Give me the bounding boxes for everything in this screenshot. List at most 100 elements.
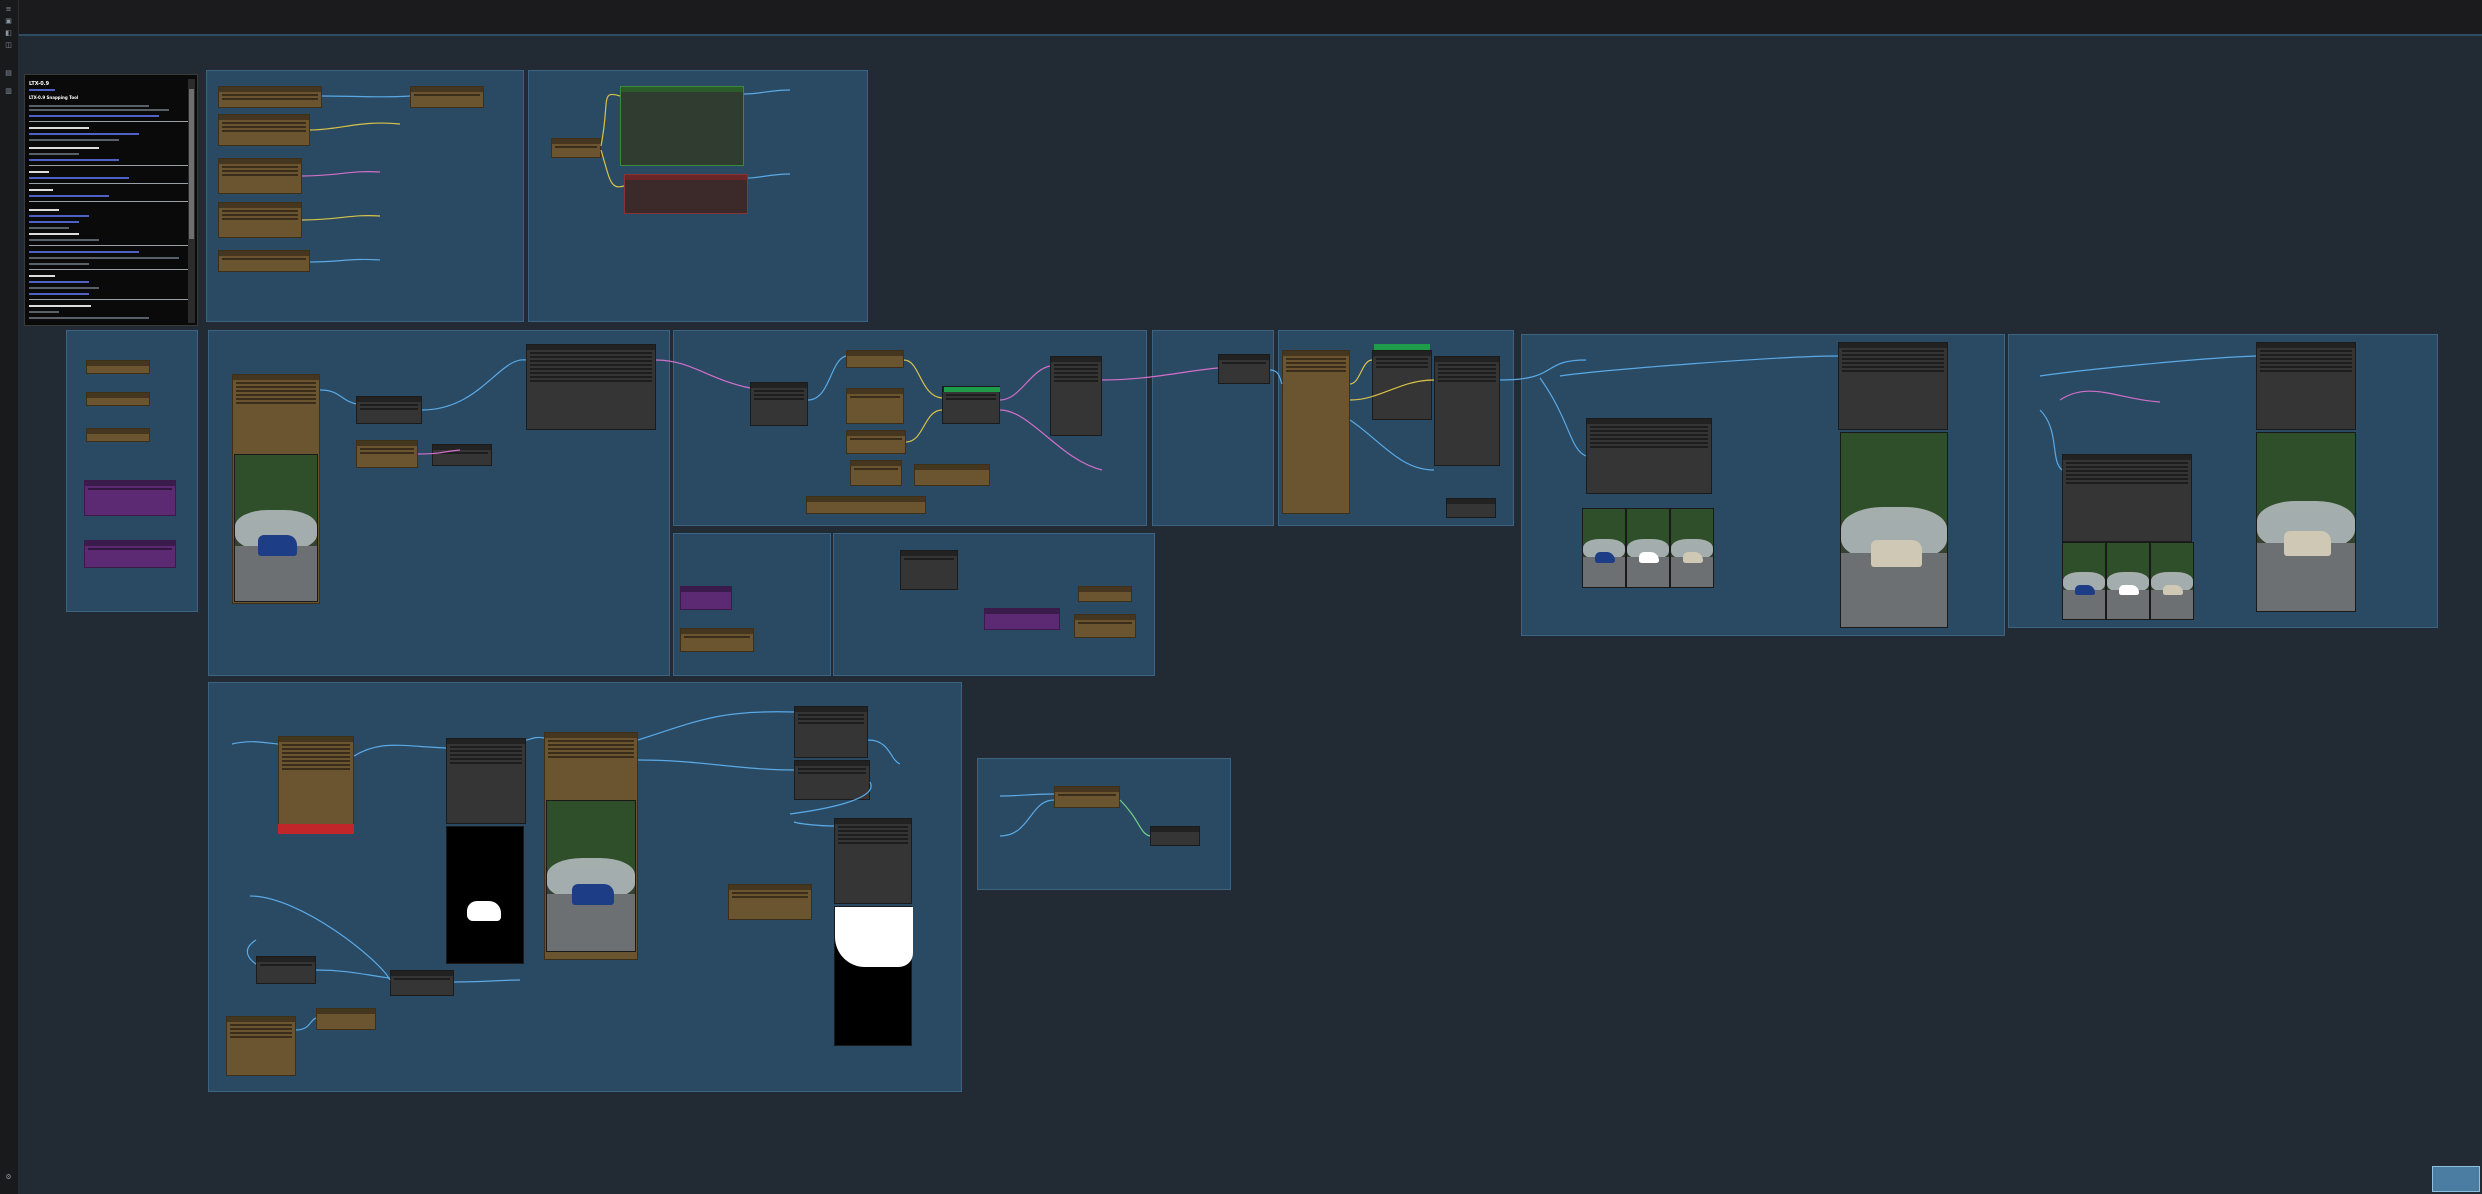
node-primitive-seed[interactable]	[84, 480, 176, 516]
library-icon[interactable]: ▥	[3, 88, 14, 95]
node-library-icon[interactable]: ▣	[3, 18, 14, 25]
note-text-line	[29, 139, 119, 141]
group-sampler-main[interactable]	[833, 533, 1155, 676]
queue-icon[interactable]: ≡	[3, 6, 14, 13]
settings-icon[interactable]: ⚙	[3, 1174, 14, 1181]
note-link[interactable]	[29, 221, 79, 223]
note-link[interactable]	[29, 89, 55, 91]
node-model-sampling[interactable]	[410, 86, 484, 108]
node-image-compare[interactable]	[1586, 418, 1712, 494]
node-int-frames[interactable]	[86, 428, 150, 442]
node-preview-video-b[interactable]	[2256, 342, 2356, 430]
node-primitive-cfg[interactable]	[680, 586, 732, 610]
image-preview-frame	[1582, 508, 1626, 588]
node-mask-composite[interactable]	[794, 760, 870, 800]
node-grow-mask[interactable]	[794, 706, 868, 758]
node-preview-output[interactable]	[1446, 498, 1496, 518]
node-ltx-conditioning[interactable]	[750, 382, 808, 426]
node-note-help[interactable]	[1074, 614, 1136, 638]
note-heading-license	[29, 305, 91, 307]
note-text-line	[29, 105, 149, 107]
node-int-mask-params[interactable]	[226, 1016, 296, 1076]
image-preview-masked	[1626, 508, 1670, 588]
node-positive-prompt[interactable]	[620, 86, 744, 166]
node-ltxv-scheduler[interactable]	[1218, 354, 1270, 384]
node-note-info[interactable]	[680, 628, 754, 652]
node-int-steps[interactable]	[846, 388, 904, 424]
node-primitive-steps[interactable]	[84, 540, 176, 568]
node-save-video[interactable]	[1054, 786, 1120, 808]
node-lora-loader[interactable]	[218, 250, 310, 272]
node-threshold[interactable]	[256, 956, 316, 984]
note-link[interactable]	[29, 215, 89, 217]
node-float-blur[interactable]	[316, 1008, 376, 1030]
note-text-line	[29, 189, 53, 191]
node-string-prompt[interactable]	[806, 496, 926, 514]
node-clip-loader[interactable]	[218, 114, 310, 146]
node-float-guidance[interactable]	[846, 350, 904, 368]
note-link[interactable]	[29, 133, 139, 135]
node-image-scale[interactable]	[356, 440, 418, 468]
note-divider	[29, 299, 189, 300]
model-library-icon[interactable]: ◧	[3, 30, 14, 37]
node-random-noise[interactable]	[900, 550, 958, 590]
node-note-small[interactable]	[914, 464, 990, 486]
group-save-output[interactable]	[977, 758, 1231, 890]
node-invert-mask[interactable]	[390, 970, 454, 996]
image-preview-result-b	[2150, 542, 2194, 620]
image-preview-masked-b	[2106, 542, 2150, 620]
node-sam-segment[interactable]	[278, 736, 354, 832]
node-float-max-shift[interactable]	[1078, 586, 1132, 602]
node-vae-decode[interactable]	[1282, 350, 1350, 514]
note-scrollbar[interactable]	[188, 79, 195, 323]
node-clip-text-encode-small[interactable]	[551, 138, 601, 158]
node-scheduler-select[interactable]	[850, 460, 902, 486]
mask-preview-car	[446, 826, 524, 964]
note-text-line	[29, 153, 79, 155]
note-link[interactable]	[29, 177, 129, 179]
node-mask-to-image[interactable]	[834, 818, 912, 904]
node-int-width[interactable]	[86, 360, 150, 374]
templates-icon[interactable]: ▤	[3, 70, 14, 77]
node-vae-loader[interactable]	[218, 158, 302, 194]
node-primitive-denoise[interactable]	[984, 608, 1060, 630]
note-text-line	[29, 311, 59, 313]
node-sampler-select[interactable]	[846, 430, 906, 454]
node-output-path[interactable]	[1150, 826, 1200, 846]
note-scroll-thumb[interactable]	[189, 89, 194, 239]
note-text-line	[29, 209, 59, 211]
note-text-line	[29, 171, 49, 173]
note-divider	[29, 269, 189, 270]
workflows-icon[interactable]: ◫	[3, 42, 14, 49]
note-link[interactable]	[29, 281, 89, 283]
node-mask-preview[interactable]	[446, 738, 526, 824]
node-image-resize[interactable]	[356, 396, 422, 424]
note-link[interactable]	[29, 159, 119, 161]
node-note-mask[interactable]	[728, 884, 812, 920]
image-preview-mask-source	[546, 800, 636, 952]
node-upscale-model-loader[interactable]	[218, 202, 302, 238]
note-link[interactable]	[29, 251, 139, 253]
node-image-batch[interactable]	[1434, 356, 1500, 466]
note-text-line	[29, 287, 99, 289]
minimap[interactable]	[2432, 1166, 2480, 1192]
node-preview-video-a[interactable]	[1838, 342, 1948, 430]
note-heading-models	[29, 127, 89, 129]
node-negative-prompt[interactable]	[624, 174, 748, 214]
node-ksampler-select[interactable]	[1050, 356, 1102, 436]
note-text-line	[29, 239, 99, 241]
node-checkpoint-loader[interactable]	[218, 86, 322, 108]
note-divider	[29, 121, 189, 122]
node-get-image-size[interactable]	[432, 444, 492, 466]
node-image-compare-b[interactable]	[2062, 454, 2192, 542]
node-ltx-image-to-video[interactable]	[526, 344, 656, 430]
note-text-line	[29, 317, 149, 319]
note-link[interactable]	[29, 115, 159, 117]
note-panel[interactable]: LTX-0.9 LTX-0.9 Snapping Tool	[24, 74, 198, 326]
note-link[interactable]	[29, 293, 89, 295]
video-preview-b	[2256, 432, 2356, 612]
note-link[interactable]	[29, 195, 109, 197]
node-int-height[interactable]	[86, 392, 150, 406]
node-video-combine[interactable]	[1372, 350, 1432, 420]
note-heading-custom	[29, 147, 99, 149]
